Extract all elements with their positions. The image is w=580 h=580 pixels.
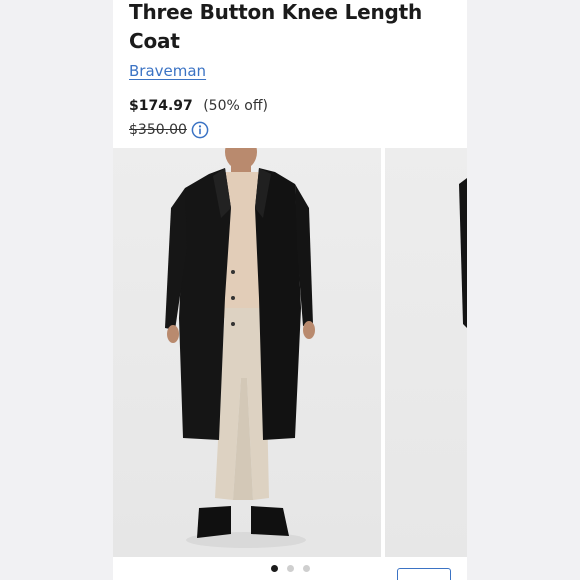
carousel-dot-1[interactable] [270, 565, 278, 572]
original-price-row: $350.00 [129, 121, 209, 139]
sale-price: $174.97 [129, 98, 193, 114]
product-image-main[interactable] [113, 148, 381, 557]
product-image-next[interactable] [385, 148, 467, 557]
discount-label: (50% off) [203, 98, 268, 114]
product-panel: Three Button Knee Length Coat Braveman $… [113, 0, 467, 580]
carousel-dot-3[interactable] [302, 565, 310, 572]
price-row: $174.97 (50% off) [129, 98, 268, 114]
action-button[interactable] [397, 568, 451, 580]
original-price: $350.00 [129, 122, 187, 138]
product-title: Three Button Knee Length Coat [129, 0, 423, 53]
info-circle-icon[interactable] [191, 121, 209, 139]
carousel-dot-2[interactable] [286, 565, 294, 572]
brand-link[interactable]: Braveman [129, 62, 206, 80]
